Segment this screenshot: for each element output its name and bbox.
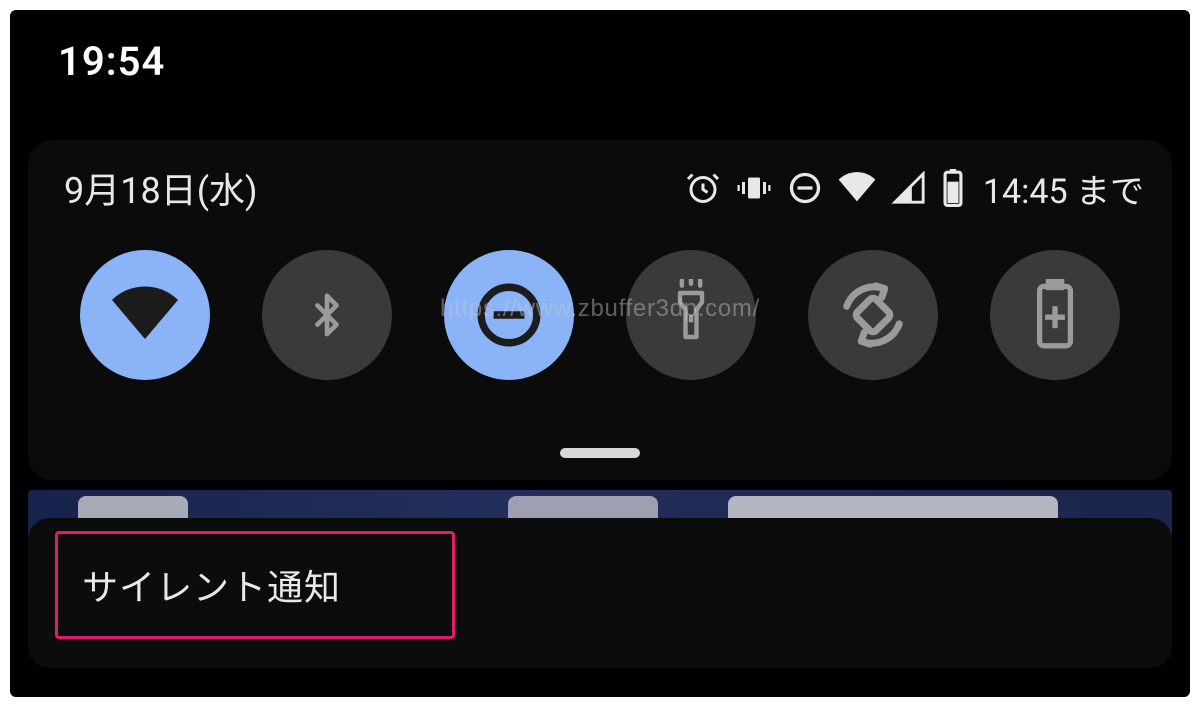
wifi-tile[interactable] [80, 250, 210, 380]
panel-date: 9月18日(水) [64, 162, 258, 214]
dnd-status-icon [787, 170, 823, 206]
quick-settings-tiles [80, 250, 1120, 380]
wifi-status-icon [837, 171, 877, 205]
battery-status-icon [941, 169, 965, 207]
flashlight-tile[interactable] [626, 250, 756, 380]
vibrate-icon [735, 170, 773, 206]
battery-time-remaining: 14:45 まで [983, 164, 1144, 213]
statusbar-clock: 19:54 [58, 38, 165, 85]
android-notification-shade: 19:54 9月18日(水) [10, 10, 1190, 697]
status-icons: 14:45 まで [685, 164, 1144, 213]
panel-drag-handle[interactable] [560, 448, 640, 458]
bluetooth-tile[interactable] [262, 250, 392, 380]
dnd-tile[interactable] [444, 250, 574, 380]
silent-notification-label: サイレント通知 [82, 559, 341, 611]
quick-settings-header: 9月18日(水) [64, 162, 1144, 214]
notification-card[interactable]: サイレント通知 [28, 518, 1172, 668]
silent-notification-highlight: サイレント通知 [55, 531, 455, 639]
alarm-icon [685, 170, 721, 206]
autorotate-tile[interactable] [808, 250, 938, 380]
cellular-status-icon [891, 171, 927, 205]
battery-saver-tile[interactable] [990, 250, 1120, 380]
quick-settings-panel: 9月18日(水) [28, 140, 1172, 480]
